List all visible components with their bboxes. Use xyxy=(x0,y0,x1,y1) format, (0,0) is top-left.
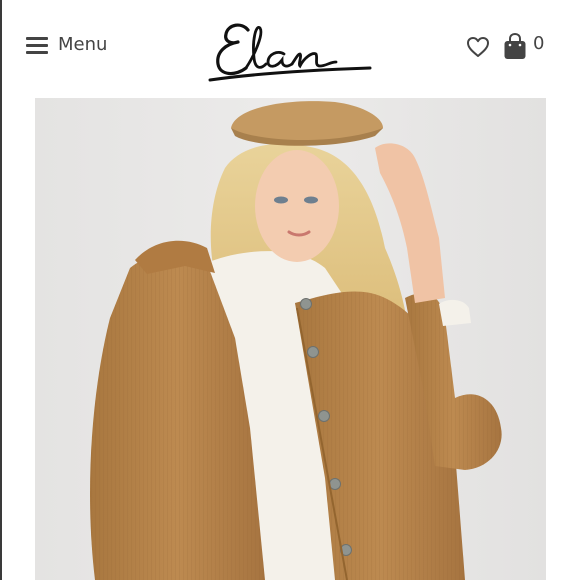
menu-button[interactable]: Menu xyxy=(26,34,107,55)
cart-count: 0 xyxy=(533,33,545,54)
right-eye xyxy=(304,196,318,204)
shopping-bag-icon[interactable] xyxy=(503,32,527,60)
brand-logo[interactable] xyxy=(202,10,378,88)
left-eye xyxy=(274,196,288,204)
menu-label: Menu xyxy=(58,34,108,55)
product-photo[interactable] xyxy=(35,98,546,580)
hamburger-icon xyxy=(26,36,48,54)
site-header: Menu 0 xyxy=(0,0,580,96)
heart-icon[interactable] xyxy=(466,36,490,58)
face xyxy=(255,150,339,262)
